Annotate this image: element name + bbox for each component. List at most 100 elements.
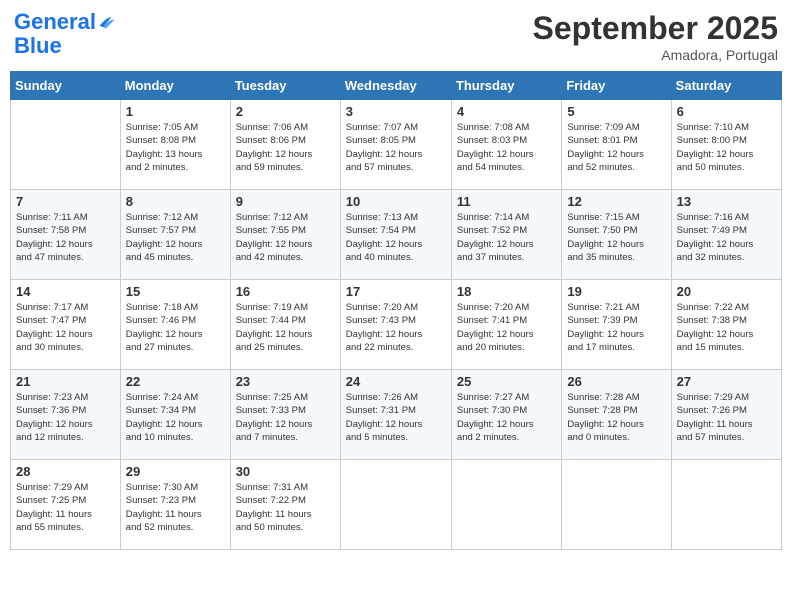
day-number: 6: [677, 104, 776, 119]
calendar-cell: 25Sunrise: 7:27 AMSunset: 7:30 PMDayligh…: [451, 370, 561, 460]
calendar-cell: 6Sunrise: 7:10 AMSunset: 8:00 PMDaylight…: [671, 100, 781, 190]
day-number: 29: [126, 464, 225, 479]
logo-text-line1: General: [14, 10, 96, 34]
col-header-thursday: Thursday: [451, 72, 561, 100]
day-number: 9: [236, 194, 335, 209]
day-number: 13: [677, 194, 776, 209]
day-info: Sunrise: 7:20 AMSunset: 7:41 PMDaylight:…: [457, 301, 556, 354]
day-info: Sunrise: 7:23 AMSunset: 7:36 PMDaylight:…: [16, 391, 115, 444]
calendar-cell: 7 Sunrise: 7:11 AMSunset: 7:58 PMDaylight…: [11, 190, 121, 280]
calendar-week-row: 7 Sunrise: 7:11 AMSunset: 7:58 PMDaylight…: [11, 190, 782, 280]
calendar-cell: 10 Sunrise: 7:13 AMSunset: 7:54 PMDayligh…: [340, 190, 451, 280]
calendar-cell: 26 Sunrise: 7:28 AMSunset: 7:28 PMDayligh…: [562, 370, 671, 460]
day-number: 21: [16, 374, 115, 389]
day-number: 18: [457, 284, 556, 299]
calendar-cell: 27 Sunrise: 7:29 AMSunset: 7:26 PMDayligh…: [671, 370, 781, 460]
day-info: Sunrise: 7:30 AMSunset: 7:23 PMDaylight:…: [126, 481, 225, 534]
day-number: 14: [16, 284, 115, 299]
calendar-cell: [340, 460, 451, 550]
day-number: 4: [457, 104, 556, 119]
day-info: Sunrise: 7:16 AMSunset: 7:49 PMDaylight:…: [677, 211, 776, 264]
col-header-sunday: Sunday: [11, 72, 121, 100]
day-number: 22: [126, 374, 225, 389]
calendar-cell: 12 Sunrise: 7:15 AMSunset: 7:50 PMDayligh…: [562, 190, 671, 280]
day-number: 20: [677, 284, 776, 299]
calendar-cell: 15Sunrise: 7:18 AMSunset: 7:46 PMDayligh…: [120, 280, 230, 370]
day-info: Sunrise: 7:21 AMSunset: 7:39 PMDaylight:…: [567, 301, 665, 354]
day-info: Sunrise: 7:12 AMSunset: 7:57 PMDaylight:…: [126, 211, 225, 264]
calendar-cell: 22 Sunrise: 7:24 AMSunset: 7:34 PMDayligh…: [120, 370, 230, 460]
day-info: Sunrise: 7:25 AMSunset: 7:33 PMDaylight:…: [236, 391, 335, 444]
day-info: Sunrise: 7:29 AMSunset: 7:25 PMDaylight:…: [16, 481, 115, 534]
calendar-cell: 21 Sunrise: 7:23 AMSunset: 7:36 PMDayligh…: [11, 370, 121, 460]
day-number: 28: [16, 464, 115, 479]
day-info: Sunrise: 7:09 AMSunset: 8:01 PMDaylight:…: [567, 121, 665, 174]
calendar-cell: 4 Sunrise: 7:08 AMSunset: 8:03 PMDaylight…: [451, 100, 561, 190]
day-number: 27: [677, 374, 776, 389]
day-number: 26: [567, 374, 665, 389]
day-info: Sunrise: 7:12 AMSunset: 7:55 PMDaylight:…: [236, 211, 335, 264]
logo-bird-icon: [98, 13, 116, 31]
day-number: 17: [346, 284, 446, 299]
title-block: September 2025 Amadora, Portugal: [533, 10, 778, 63]
calendar-cell: 5Sunrise: 7:09 AMSunset: 8:01 PMDaylight…: [562, 100, 671, 190]
day-number: 23: [236, 374, 335, 389]
day-number: 1: [126, 104, 225, 119]
col-header-saturday: Saturday: [671, 72, 781, 100]
day-info: Sunrise: 7:20 AMSunset: 7:43 PMDaylight:…: [346, 301, 446, 354]
calendar-cell: 20Sunrise: 7:22 AMSunset: 7:38 PMDayligh…: [671, 280, 781, 370]
day-number: 2: [236, 104, 335, 119]
logo: General Blue: [14, 10, 116, 58]
day-number: 7: [16, 194, 115, 209]
calendar-week-row: 21 Sunrise: 7:23 AMSunset: 7:36 PMDayligh…: [11, 370, 782, 460]
calendar-cell: 3Sunrise: 7:07 AMSunset: 8:05 PMDaylight…: [340, 100, 451, 190]
calendar-cell: 9 Sunrise: 7:12 AMSunset: 7:55 PMDaylight…: [230, 190, 340, 280]
day-info: Sunrise: 7:07 AMSunset: 8:05 PMDaylight:…: [346, 121, 446, 174]
calendar-week-row: 1 Sunrise: 7:05 AMSunset: 8:08 PMDaylight…: [11, 100, 782, 190]
day-info: Sunrise: 7:05 AMSunset: 8:08 PMDaylight:…: [126, 121, 225, 174]
calendar-cell: 2 Sunrise: 7:06 AMSunset: 8:06 PMDaylight…: [230, 100, 340, 190]
calendar-table: SundayMondayTuesdayWednesdayThursdayFrid…: [10, 71, 782, 550]
day-info: Sunrise: 7:15 AMSunset: 7:50 PMDaylight:…: [567, 211, 665, 264]
day-number: 24: [346, 374, 446, 389]
day-number: 15: [126, 284, 225, 299]
day-info: Sunrise: 7:11 AMSunset: 7:58 PMDaylight:…: [16, 211, 115, 264]
day-number: 11: [457, 194, 556, 209]
day-info: Sunrise: 7:08 AMSunset: 8:03 PMDaylight:…: [457, 121, 556, 174]
col-header-friday: Friday: [562, 72, 671, 100]
day-info: Sunrise: 7:26 AMSunset: 7:31 PMDaylight:…: [346, 391, 446, 444]
day-info: Sunrise: 7:19 AMSunset: 7:44 PMDaylight:…: [236, 301, 335, 354]
day-number: 19: [567, 284, 665, 299]
day-info: Sunrise: 7:06 AMSunset: 8:06 PMDaylight:…: [236, 121, 335, 174]
calendar-cell: [562, 460, 671, 550]
day-number: 12: [567, 194, 665, 209]
calendar-week-row: 28 Sunrise: 7:29 AMSunset: 7:25 PMDayligh…: [11, 460, 782, 550]
day-info: Sunrise: 7:29 AMSunset: 7:26 PMDaylight:…: [677, 391, 776, 444]
day-number: 10: [346, 194, 446, 209]
calendar-cell: 30Sunrise: 7:31 AMSunset: 7:22 PMDayligh…: [230, 460, 340, 550]
calendar-cell: 19 Sunrise: 7:21 AMSunset: 7:39 PMDayligh…: [562, 280, 671, 370]
calendar-cell: 8 Sunrise: 7:12 AMSunset: 7:57 PMDaylight…: [120, 190, 230, 280]
col-header-monday: Monday: [120, 72, 230, 100]
calendar-week-row: 14Sunrise: 7:17 AMSunset: 7:47 PMDayligh…: [11, 280, 782, 370]
calendar-cell: 11 Sunrise: 7:14 AMSunset: 7:52 PMDayligh…: [451, 190, 561, 280]
col-header-tuesday: Tuesday: [230, 72, 340, 100]
day-number: 8: [126, 194, 225, 209]
calendar-cell: 14Sunrise: 7:17 AMSunset: 7:47 PMDayligh…: [11, 280, 121, 370]
calendar-cell: 23 Sunrise: 7:25 AMSunset: 7:33 PMDayligh…: [230, 370, 340, 460]
day-info: Sunrise: 7:28 AMSunset: 7:28 PMDaylight:…: [567, 391, 665, 444]
day-info: Sunrise: 7:13 AMSunset: 7:54 PMDaylight:…: [346, 211, 446, 264]
calendar-cell: 13 Sunrise: 7:16 AMSunset: 7:49 PMDayligh…: [671, 190, 781, 280]
calendar-cell: 24 Sunrise: 7:26 AMSunset: 7:31 PMDayligh…: [340, 370, 451, 460]
calendar-body: 1 Sunrise: 7:05 AMSunset: 8:08 PMDaylight…: [11, 100, 782, 550]
day-number: 25: [457, 374, 556, 389]
col-header-wednesday: Wednesday: [340, 72, 451, 100]
location: Amadora, Portugal: [533, 47, 778, 63]
page-header: General Blue September 2025 Amadora, Por…: [10, 10, 782, 63]
calendar-cell: [451, 460, 561, 550]
calendar-cell: [11, 100, 121, 190]
calendar-cell: 28 Sunrise: 7:29 AMSunset: 7:25 PMDayligh…: [11, 460, 121, 550]
day-info: Sunrise: 7:24 AMSunset: 7:34 PMDaylight:…: [126, 391, 225, 444]
calendar-cell: 16Sunrise: 7:19 AMSunset: 7:44 PMDayligh…: [230, 280, 340, 370]
day-info: Sunrise: 7:14 AMSunset: 7:52 PMDaylight:…: [457, 211, 556, 264]
